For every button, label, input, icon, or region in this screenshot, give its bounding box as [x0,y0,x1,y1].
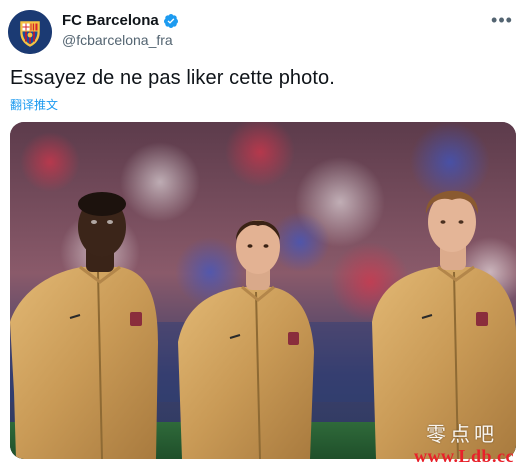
more-options-button[interactable]: ••• [490,10,514,30]
more-icon: ••• [491,10,513,30]
tweet-photo[interactable] [10,122,516,459]
tweet-text: Essayez de ne pas liker cette photo. [10,67,335,89]
account-handle[interactable]: @fcbarcelona_fra [62,32,173,48]
verified-badge-icon [163,13,178,28]
translate-tweet-link[interactable]: 翻译推文 [10,96,58,113]
fc-barcelona-crest-icon[interactable] [8,10,52,54]
account-name[interactable]: FC Barcelona [62,12,159,29]
photo-three-players-in-gold-jackets [10,122,516,459]
watermark-url: www.Ldb.cc [413,446,514,466]
account-name-row[interactable]: FC Barcelona [62,12,179,29]
watermark-chinese: 零点吧 [426,422,498,446]
tweet-card: FC Barcelona @fcbarcelona_fra ••• Essaye… [0,0,524,468]
